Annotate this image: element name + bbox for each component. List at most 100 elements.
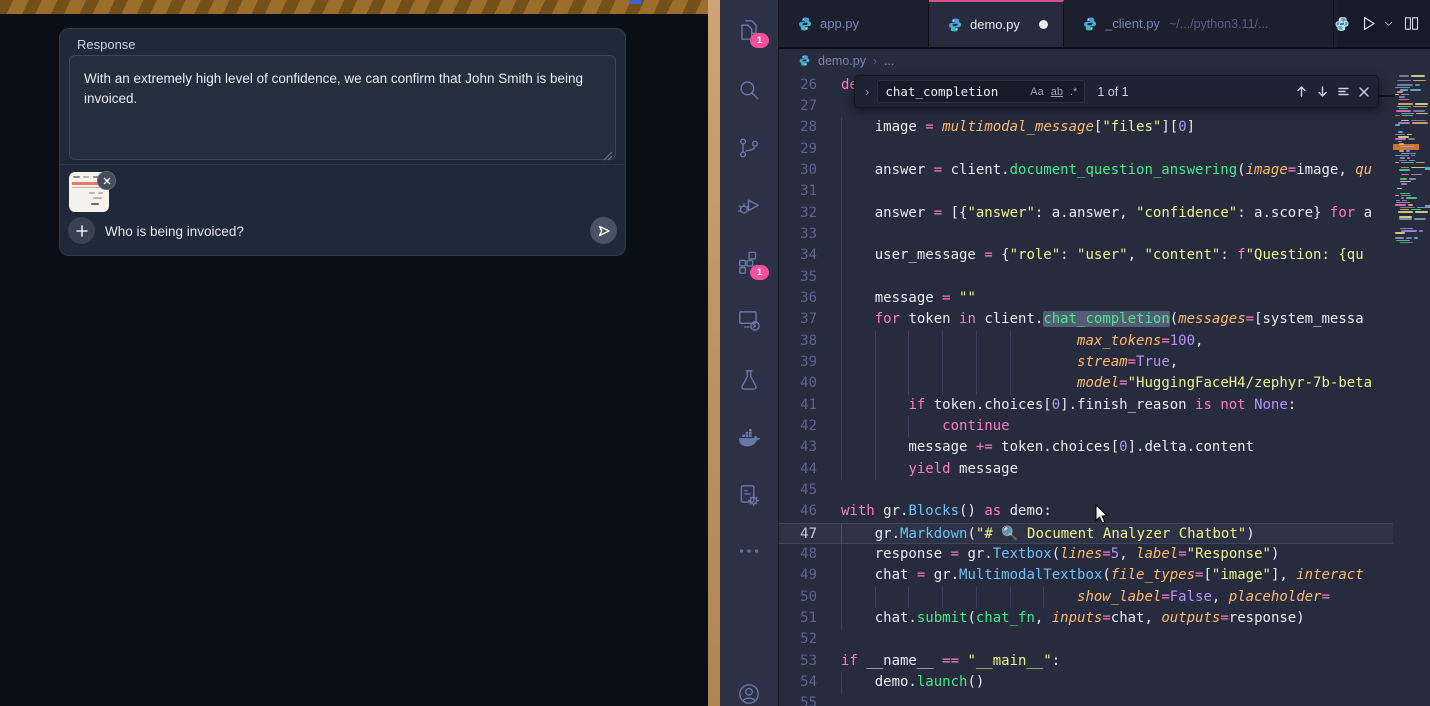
line-text: chat = gr.MultimodalTextbox(file_types=[… [841,565,1364,586]
chat-message-input[interactable]: Who is being invoiced? [105,224,244,239]
panel-divider [60,164,625,165]
line-number: 52 [779,629,817,650]
modified-dot-icon[interactable] [1039,20,1048,29]
line-text: user_message = {"role": "user", "content… [841,245,1364,266]
code-line-45[interactable]: 45 [779,480,1393,501]
gradio-window: Response With an extremely high level of… [0,0,708,706]
code-line-54[interactable]: 54 demo.launch() [779,672,1393,693]
code-line-43[interactable]: 43 message += token.choices[0].delta.con… [779,437,1393,458]
minimap-line [1395,155,1409,157]
minimap-line [1395,87,1410,89]
code-line-29[interactable]: 29 [779,139,1393,160]
run-dropdown-icon[interactable] [1383,18,1394,29]
search-icon[interactable] [736,77,762,103]
find-in-selection-button[interactable] [1337,85,1350,98]
minimap-line [1413,106,1427,108]
testing-icon[interactable] [736,367,762,393]
code-line-42[interactable]: 42 continue [779,416,1393,437]
code-line-49[interactable]: 49 chat = gr.MultimodalTextbox(file_type… [779,565,1393,586]
indent-guide [841,224,842,245]
line-number: 29 [779,139,817,160]
code-line-52[interactable]: 52 [779,629,1393,650]
more-icon[interactable] [736,538,762,564]
python-file-icon [798,54,811,67]
code-line-32[interactable]: 32 answer = [{"answer": a.answer, "confi… [779,203,1393,224]
resize-grip-icon[interactable] [603,151,613,161]
tab-app.py[interactable]: app.py [779,0,929,47]
send-button[interactable] [590,217,617,244]
code-line-44[interactable]: 44 yield message [779,459,1393,480]
code-line-37[interactable]: 37 for token in client.chat_completion(m… [779,309,1393,330]
minimap-line [1397,106,1411,108]
python-file-icon [1334,16,1350,32]
line-text: stream=True, [841,352,1178,373]
whole-word-toggle[interactable]: ab [1051,86,1063,98]
code-line-38[interactable]: 38 max_tokens=100, [779,331,1393,352]
remote-explorer-icon[interactable] [736,307,762,333]
line-number: 28 [779,117,817,138]
tab-demo.py[interactable]: demo.py [929,0,1064,47]
run-debug-icon[interactable] [736,192,762,218]
find-widget-sash[interactable] [1379,95,1395,97]
code-line-55[interactable]: 55 [779,693,1393,706]
minimap-line [1400,209,1409,211]
overview-ruler-mark [1425,167,1430,170]
docker-icon[interactable] [736,424,762,450]
minimap-line [1395,237,1404,239]
remove-attachment-button[interactable] [97,171,116,190]
match-case-toggle[interactable]: Aa [1030,86,1043,98]
find-input[interactable]: chat_completion Aa ab .* [877,80,1085,103]
task-runner-icon[interactable] [736,482,762,508]
code-line-30[interactable]: 30 answer = client.document_question_ans… [779,160,1393,181]
regex-toggle[interactable]: .* [1070,86,1077,98]
code-line-48[interactable]: 48 response = gr.Textbox(lines=5, label=… [779,544,1393,565]
breadcrumb-more[interactable]: ... [884,54,894,68]
titlebar-accent [630,0,641,4]
minimap-line [1401,94,1409,96]
account-icon[interactable] [736,681,762,706]
line-text: if __name__ == "__main__": [841,651,1060,672]
code-line-40[interactable]: 40 model="HuggingFaceH4/zephyr-7b-beta [779,373,1393,394]
minimap-line [1419,230,1423,232]
code-line-53[interactable]: 53if __name__ == "__main__": [779,651,1393,672]
source-control-icon[interactable] [736,135,762,161]
code-line-36[interactable]: 36 message = "" [779,288,1393,309]
vscode-window: 11 app.pydemo.py_client.py~/.../python3.… [720,0,1430,706]
find-results-count: 1 of 1 [1097,85,1128,99]
line-number: 48 [779,544,817,565]
code-line-33[interactable]: 33 [779,224,1393,245]
tab-_client.py[interactable]: _client.py~/.../python3.11/... [1064,0,1334,47]
code-line-35[interactable]: 35 [779,267,1393,288]
code-line-28[interactable]: 28 image = multimodal_message["files"][0… [779,117,1393,138]
minimap-line [1411,75,1426,77]
python-file-icon [797,16,813,32]
minimap-line [1414,218,1426,220]
code-line-47[interactable]: 47 gr.Markdown("# 🔍 Document Analyzer Ch… [779,523,1393,544]
line-text: gr.Markdown("# 🔍 Document Analyzer Chatb… [841,524,1255,545]
toggle-replace-icon[interactable]: › [865,84,869,99]
breadcrumb-file[interactable]: demo.py [818,54,866,68]
add-file-button[interactable] [68,217,95,244]
python-file-icon [1082,16,1098,32]
minimap-line [1395,195,1399,197]
minimap-line [1397,84,1413,86]
files-icon[interactable]: 1 [736,17,762,43]
line-number: 55 [779,693,817,706]
extensions-icon[interactable]: 1 [736,249,762,275]
response-textbox[interactable]: With an extremely high level of confiden… [69,55,616,160]
minimap-line [1400,207,1415,209]
line-number: 44 [779,459,817,480]
code-line-39[interactable]: 39 stream=True, [779,352,1393,373]
run-button[interactable] [1359,14,1378,33]
code-line-46[interactable]: 46with gr.Blocks() as demo: [779,501,1393,522]
code-line-34[interactable]: 34 user_message = {"role": "user", "cont… [779,245,1393,266]
code-line-31[interactable]: 31 [779,181,1393,202]
code-line-41[interactable]: 41 if token.choices[0].finish_reason is … [779,395,1393,416]
split-editor-button[interactable] [1403,15,1420,32]
previous-match-button[interactable] [1295,85,1308,98]
code-line-50[interactable]: 50 show_label=False, placeholder= [779,587,1393,608]
next-match-button[interactable] [1316,85,1329,98]
close-find-button[interactable] [1358,86,1370,98]
minimap[interactable] [1393,72,1430,706]
code-line-51[interactable]: 51 chat.submit(chat_fn, inputs=chat, out… [779,608,1393,629]
